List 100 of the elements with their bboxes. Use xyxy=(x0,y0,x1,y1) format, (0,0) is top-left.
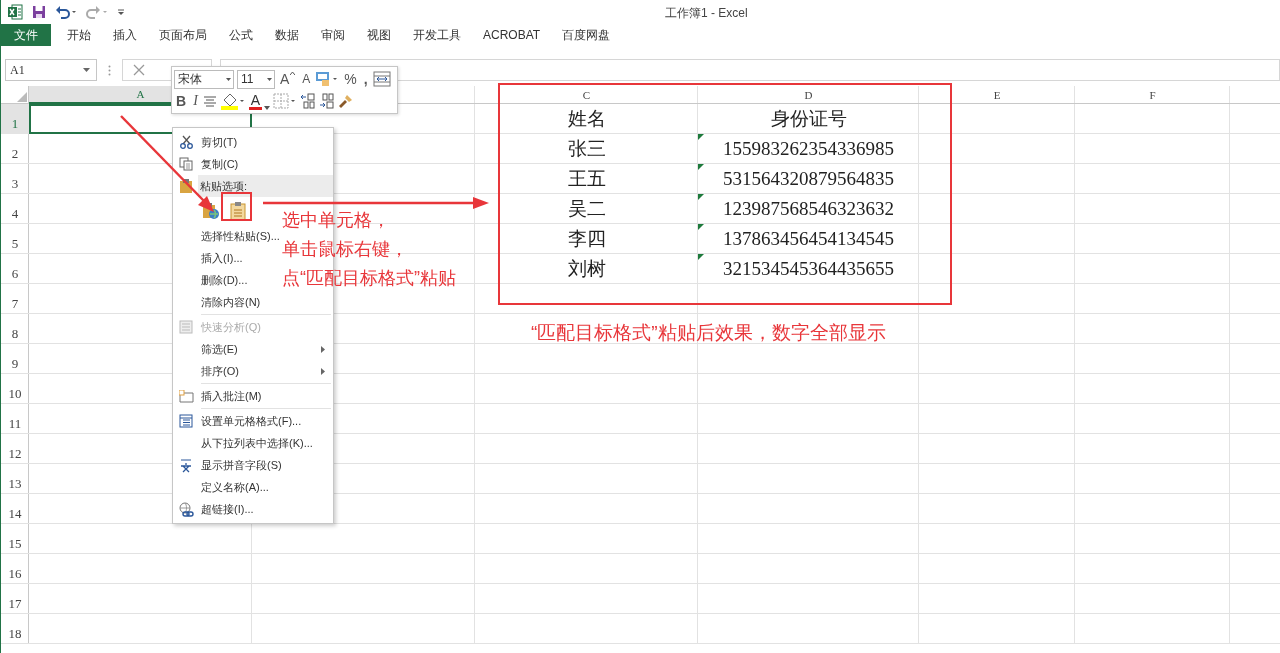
caret-icon[interactable] xyxy=(267,77,272,81)
menu-item[interactable]: 设置单元格格式(F)... xyxy=(199,413,302,429)
menu-item[interactable]: 清除内容(N) xyxy=(199,294,261,310)
ribbon-tab[interactable]: 数据 xyxy=(264,24,310,46)
row-header[interactable]: 17 xyxy=(1,584,29,614)
row-header[interactable]: 18 xyxy=(1,614,29,644)
menu-item[interactable]: 排序(O) xyxy=(199,363,239,379)
font-color-button[interactable]: A xyxy=(248,92,271,111)
ribbon-tab[interactable]: 插入 xyxy=(102,24,148,46)
paste-option-icon[interactable] xyxy=(230,201,246,221)
file-tab[interactable]: 文件 xyxy=(1,24,51,46)
menu-section-header: 粘贴选项: xyxy=(198,175,333,197)
decrease-decimal-icon[interactable] xyxy=(319,93,336,110)
row-header[interactable]: 7 xyxy=(1,284,29,314)
table-cell: 137863456454134545 xyxy=(723,228,894,250)
caret-icon xyxy=(290,72,296,76)
row-header[interactable]: 13 xyxy=(1,464,29,494)
format-cells-icon xyxy=(179,414,193,428)
menu-item[interactable]: 显示拼音字段(S) xyxy=(199,457,282,473)
grip-icon xyxy=(108,64,111,76)
annotation-text: 单击鼠标右键， xyxy=(282,238,408,261)
cancel-icon[interactable] xyxy=(133,64,145,76)
row-header[interactable]: 5 xyxy=(1,224,29,254)
column-header[interactable]: F xyxy=(1075,86,1230,104)
shrink-font-button[interactable]: A xyxy=(300,73,313,86)
table-cell: 321534545364435655 xyxy=(723,258,894,280)
comment-icon xyxy=(178,389,194,403)
annotation-text: 选中单元格， xyxy=(282,209,390,232)
ribbon-tab[interactable]: 开发工具 xyxy=(402,24,472,46)
format-style-icon[interactable] xyxy=(315,71,340,88)
menu-item[interactable]: 超链接(I)... xyxy=(199,501,254,517)
ribbon-tab[interactable]: 开始 xyxy=(56,24,102,46)
ribbon-tab[interactable]: 公式 xyxy=(218,24,264,46)
menu-item[interactable]: 定义名称(A)... xyxy=(199,479,269,495)
row-header[interactable]: 12 xyxy=(1,434,29,464)
column-header[interactable]: C xyxy=(475,86,698,104)
save-icon[interactable] xyxy=(32,5,46,19)
increase-decimal-icon[interactable] xyxy=(300,93,317,110)
row-header[interactable]: 16 xyxy=(1,554,29,584)
caret-icon[interactable] xyxy=(264,106,271,111)
row-header[interactable]: 1 xyxy=(1,104,29,134)
table-cell: 155983262354336985 xyxy=(723,138,894,160)
wrap-icon[interactable] xyxy=(372,71,391,88)
row-header[interactable]: 14 xyxy=(1,494,29,524)
window-title: 工作簿1 - Excel xyxy=(665,5,748,22)
row-header[interactable]: 9 xyxy=(1,344,29,374)
ribbon-tab[interactable]: 百度网盘 xyxy=(551,24,622,46)
menu-item[interactable]: 复制(C) xyxy=(199,156,239,172)
column-header[interactable]: E xyxy=(919,86,1075,104)
name-box[interactable]: A1 xyxy=(5,59,97,81)
row-header[interactable]: 11 xyxy=(1,404,29,434)
align-center-icon[interactable] xyxy=(202,95,217,108)
menu-item[interactable]: 选择性粘贴(S)... xyxy=(199,228,280,244)
menu-item[interactable]: 插入批注(M) xyxy=(199,388,262,404)
customize-toolbar-icon[interactable] xyxy=(117,7,125,17)
redo-icon[interactable] xyxy=(86,5,108,19)
row-header[interactable]: 10 xyxy=(1,374,29,404)
pinyin-icon xyxy=(179,457,193,473)
excel-logo-icon xyxy=(7,4,23,20)
ribbon-tab[interactable]: 审阅 xyxy=(310,24,356,46)
format-painter-icon[interactable] xyxy=(338,93,355,110)
table-cell-text: 身份证号 xyxy=(770,107,847,131)
table-cell-text: 姓名 xyxy=(567,107,606,131)
table-cell-text: 李四 xyxy=(567,227,606,251)
table-cell-text: 刘树 xyxy=(567,257,606,281)
menu-item[interactable]: 剪切(T) xyxy=(199,134,238,150)
hyperlink-icon xyxy=(178,501,194,517)
highlight-frame xyxy=(221,192,252,221)
row-header[interactable]: 15 xyxy=(1,524,29,554)
menu-item[interactable]: 筛选(E) xyxy=(199,341,238,357)
row-header[interactable]: 4 xyxy=(1,194,29,224)
ribbon-tab[interactable]: 页面布局 xyxy=(148,24,218,46)
scissors-icon xyxy=(179,135,193,149)
fill-color-icon[interactable] xyxy=(219,92,246,111)
table-cell: 123987568546323632 xyxy=(723,198,894,220)
table-cell-text: 张三 xyxy=(567,137,606,161)
table-cell-text: 吴二 xyxy=(567,197,606,221)
column-header[interactable]: D xyxy=(698,86,919,104)
caption-text: “匹配目标格式”粘贴后效果，数字全部显示 xyxy=(531,321,886,345)
table-cell: 531564320879564835 xyxy=(723,168,894,190)
row-header[interactable]: 2 xyxy=(1,134,29,164)
comma-button[interactable]: , xyxy=(361,72,370,87)
row-header[interactable]: 3 xyxy=(1,164,29,194)
undo-icon[interactable] xyxy=(55,5,77,19)
table-cell-text: 王五 xyxy=(567,167,606,191)
menu-item[interactable]: 删除(D)... xyxy=(199,272,248,288)
ribbon-tab[interactable]: 视图 xyxy=(356,24,402,46)
copy-icon xyxy=(179,157,193,171)
font-size-field[interactable]: 11 xyxy=(237,69,275,89)
percent-button[interactable]: % xyxy=(342,72,359,87)
menu-item[interactable]: 插入(I)... xyxy=(199,250,243,266)
row-header[interactable]: 8 xyxy=(1,314,29,344)
font-name-field[interactable]: 宋体 xyxy=(174,69,234,89)
grow-font-button[interactable]: A xyxy=(278,72,298,87)
annotation-text: 点“匹配目标格式”粘贴 xyxy=(282,267,456,290)
quick-analysis-icon xyxy=(179,320,193,334)
row-header[interactable]: 6 xyxy=(1,254,29,284)
menu-item[interactable]: 从下拉列表中选择(K)... xyxy=(199,435,313,451)
caret-icon[interactable] xyxy=(226,77,231,81)
ribbon-tab[interactable]: ACROBAT xyxy=(472,24,552,46)
